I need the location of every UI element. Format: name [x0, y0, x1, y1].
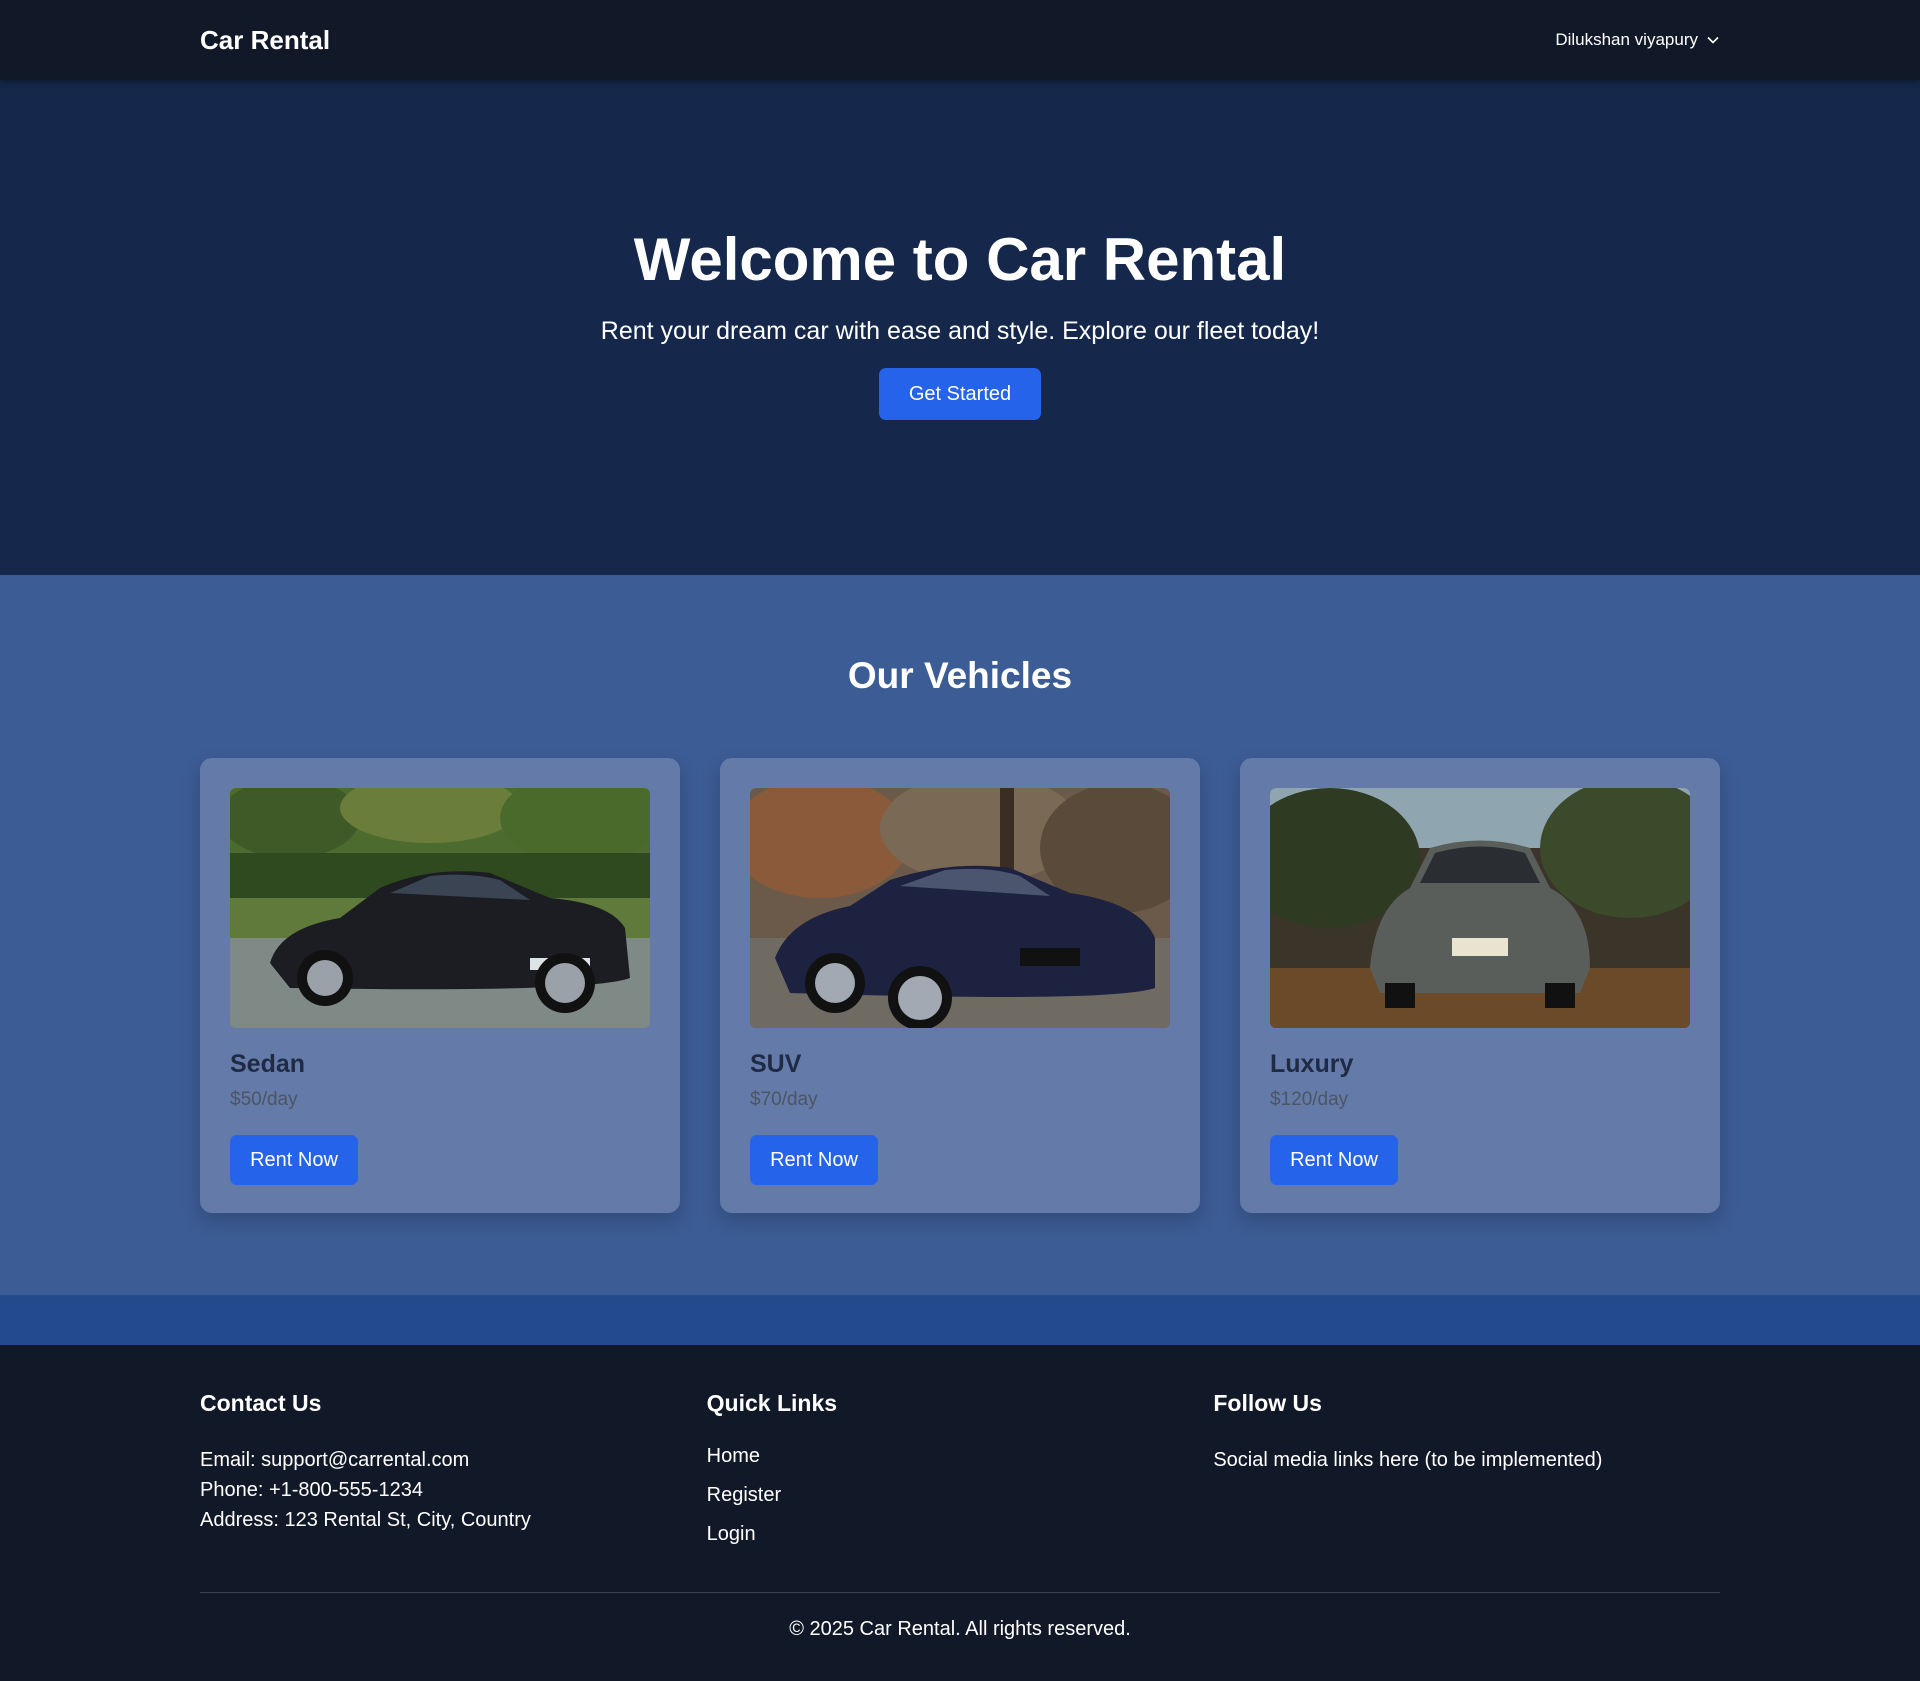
get-started-button[interactable]: Get Started: [879, 368, 1041, 420]
footer-contact: Contact Us Email: support@carrental.com …: [200, 1390, 707, 1562]
hero-title: Welcome to Car Rental: [633, 226, 1287, 293]
vehicle-card-suv: SUV $70/day Rent Now: [720, 758, 1200, 1213]
vehicles-section: Our Vehicles Sedan $50/day Rent Now SUV …: [0, 575, 1920, 1295]
navbar: Car Rental Dilukshan viyapury: [0, 0, 1920, 80]
rent-now-button-luxury[interactable]: Rent Now: [1270, 1135, 1398, 1185]
user-name: Dilukshan viyapury: [1555, 30, 1698, 49]
vehicle-card-luxury: Luxury $120/day Rent Now: [1240, 758, 1720, 1213]
vehicle-price: $50/day: [230, 1089, 298, 1110]
vehicle-name: SUV: [750, 1050, 802, 1078]
luxury-car-image: [1270, 788, 1690, 1028]
footer: Contact Us Email: support@carrental.com …: [0, 1345, 1920, 1681]
footer-quick-links: Quick Links Home Register Login: [707, 1390, 1214, 1562]
follow-text: Social media links here (to be implement…: [1213, 1449, 1603, 1471]
rent-now-button-suv[interactable]: Rent Now: [750, 1135, 878, 1185]
contact-email: Email: support@carrental.com: [200, 1449, 470, 1471]
suv-car-image: [750, 788, 1170, 1028]
vehicle-price: $120/day: [1270, 1089, 1349, 1110]
footer-follow: Follow Us Social media links here (to be…: [1213, 1390, 1720, 1562]
footer-link-login[interactable]: Login: [707, 1523, 1214, 1546]
vehicle-price: $70/day: [750, 1089, 818, 1110]
contact-phone: Phone: +1-800-555-1234: [200, 1479, 423, 1501]
vehicle-card-sedan: Sedan $50/day Rent Now: [200, 758, 680, 1213]
user-menu[interactable]: Dilukshan viyapury: [1555, 30, 1720, 50]
footer-quick-links-heading: Quick Links: [706, 1390, 838, 1416]
section-divider-band: [0, 1295, 1920, 1345]
copyright-text: © 2025 Car Rental. All rights reserved.: [789, 1618, 1131, 1640]
brand-logo[interactable]: Car Rental: [200, 25, 330, 56]
hero-section: Welcome to Car Rental Rent your dream ca…: [0, 80, 1920, 575]
contact-address: Address: 123 Rental St, City, Country: [200, 1509, 531, 1531]
vehicle-card-list: Sedan $50/day Rent Now SUV $70/day Rent …: [200, 758, 1720, 1213]
footer-link-home[interactable]: Home: [707, 1445, 1214, 1468]
vehicles-heading: Our Vehicles: [847, 655, 1073, 696]
rent-now-button-sedan[interactable]: Rent Now: [230, 1135, 358, 1185]
footer-contact-heading: Contact Us: [200, 1390, 322, 1416]
footer-follow-heading: Follow Us: [1213, 1390, 1322, 1416]
footer-link-register[interactable]: Register: [707, 1484, 1214, 1507]
vehicle-name: Sedan: [230, 1050, 306, 1078]
vehicle-name: Luxury: [1270, 1050, 1354, 1078]
chevron-down-icon: [1707, 36, 1719, 44]
sedan-car-image: [230, 788, 650, 1028]
footer-divider: [200, 1592, 1720, 1593]
hero-subtitle: Rent your dream car with ease and style.…: [600, 317, 1320, 345]
